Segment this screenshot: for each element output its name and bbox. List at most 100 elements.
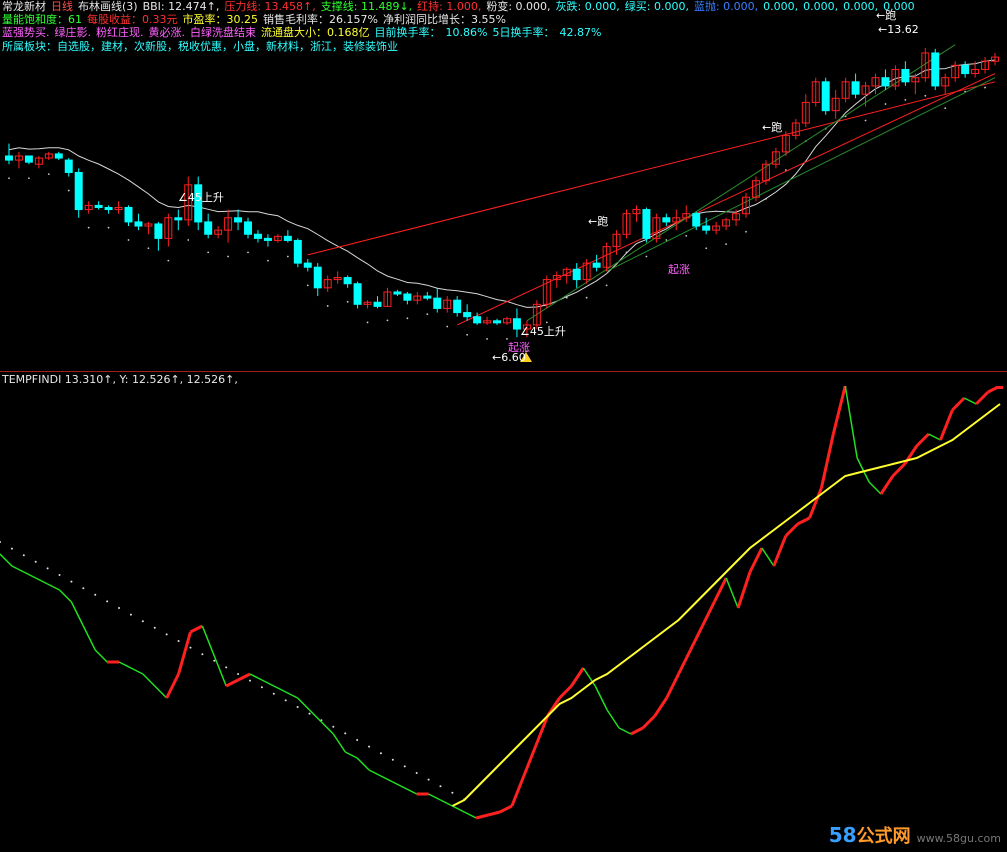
start-signal-1: 起涨 [508, 341, 530, 354]
tempfindi-segment [404, 787, 418, 795]
band-dot [446, 325, 449, 328]
indicator-dot [260, 686, 263, 689]
candle-body [54, 153, 63, 159]
candle-body [662, 217, 671, 223]
high-price-label: ←13.62 [878, 23, 919, 36]
tempfindi-segment [819, 433, 835, 489]
indicator-dot [249, 679, 251, 682]
indicator-dot [106, 600, 109, 603]
candle-body [124, 206, 133, 223]
trend-line-red-1 [307, 81, 996, 256]
indicator-dot [213, 659, 216, 662]
candle-body [592, 262, 601, 268]
band-dot [207, 251, 210, 254]
candle-body [283, 235, 292, 241]
tempfindi-segment [915, 432, 930, 448]
candle-body [881, 77, 890, 87]
band-dot [506, 338, 508, 340]
indicator-dot [415, 772, 418, 774]
candle-body [24, 155, 33, 163]
tempfindi-segment [689, 625, 704, 651]
band-dot [306, 284, 309, 287]
moving-average-line [8, 59, 996, 308]
band-dot [87, 226, 90, 229]
indicator-dot [94, 593, 97, 596]
band-dot [127, 239, 130, 241]
band-dot [685, 235, 688, 237]
indicator-dot [344, 732, 347, 735]
tempfindi-segment [308, 709, 322, 723]
tempfindi-segment [808, 487, 823, 519]
candlestick-chart[interactable] [0, 0, 1007, 370]
tempfindi-segment [928, 433, 941, 441]
band-dot [984, 86, 986, 89]
watermark-58: 58 [828, 823, 857, 847]
tempfindi-segment [499, 804, 513, 814]
candle-body [4, 155, 13, 161]
tempfindi-segment [201, 625, 215, 657]
band-dot [286, 255, 289, 258]
tempfindi-segment [130, 667, 144, 675]
band-dot [605, 284, 608, 287]
tempfindi-segment [165, 673, 180, 699]
trend-line-green-1 [526, 44, 956, 322]
tempfindi-segment [297, 697, 311, 711]
tempfindi-segment [868, 481, 882, 495]
tempfindi-segment [725, 577, 739, 609]
band-dot [944, 107, 947, 110]
tempfindi-segment [285, 691, 298, 699]
indicator-dot [403, 765, 406, 768]
tempfindi-segment [249, 673, 263, 681]
candle-body [453, 299, 462, 314]
tempfindi-segment [94, 649, 108, 663]
band-dot [884, 103, 887, 105]
tempfindi-segment [534, 715, 550, 747]
indicator-dot [22, 554, 25, 557]
tempfindi-segment [142, 673, 156, 687]
tempfindi-segment [796, 516, 811, 526]
band-dot [665, 239, 668, 241]
candle-body [692, 213, 701, 227]
candle-body [961, 64, 970, 75]
tempfindi-segment [154, 685, 168, 699]
tempfindi-segment [380, 775, 394, 783]
tempfindi-segment [440, 799, 453, 807]
tempfindi-segment [879, 475, 895, 495]
indicator-dot [296, 706, 299, 708]
candle-body [393, 291, 402, 295]
watermark-site: 公式网 [856, 826, 911, 847]
tempfindi-segment [844, 386, 858, 459]
band-dot [227, 255, 230, 258]
indicator-dot [201, 653, 204, 656]
indicator-dot [332, 725, 335, 728]
candle-body [642, 209, 651, 239]
tempfindi-segment [0, 553, 13, 567]
band-dot [8, 177, 10, 180]
tempfindi-segment [630, 726, 644, 736]
start-signal-2: 起涨 [668, 263, 690, 276]
tempfindi-segment [772, 535, 788, 567]
band-dot [67, 189, 70, 192]
panel-separator [0, 371, 1007, 372]
tempfindi-segment [23, 571, 37, 579]
tempfindi-segment [891, 462, 906, 478]
band-dot [585, 296, 588, 299]
band-dot [864, 119, 867, 122]
tempfindi-segment [368, 769, 382, 777]
tempfindi-indicator-chart[interactable] [0, 386, 1007, 852]
tempfindi-segment [748, 547, 764, 573]
tempfindi-segment [225, 678, 239, 688]
tempfindi-segment [653, 697, 668, 717]
indicator-dot [70, 580, 73, 583]
candle-body [423, 295, 432, 299]
candle-body [253, 233, 262, 239]
candle-body [821, 81, 830, 112]
tempfindi-segment [47, 583, 60, 591]
band-dot [47, 173, 50, 175]
band-dot [167, 259, 170, 262]
rise-signal-1-text: 45上升 [187, 191, 224, 204]
candle-body [104, 206, 113, 211]
indicator-dot [439, 785, 442, 788]
tempfindi-segment [641, 714, 656, 730]
band-dot [486, 338, 488, 340]
